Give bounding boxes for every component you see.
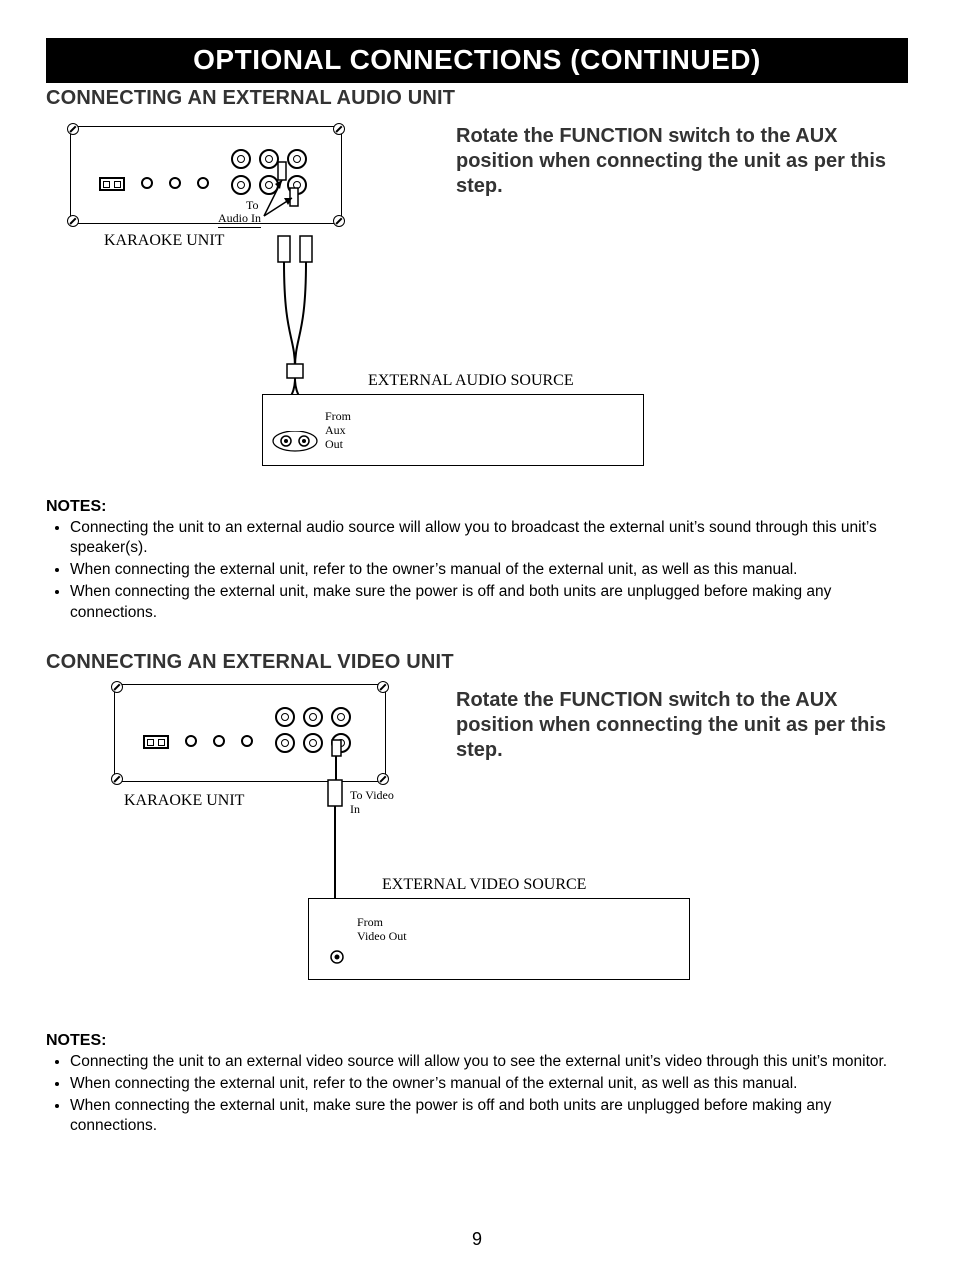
from-label: From <box>325 409 351 424</box>
audio-notes-title: NOTES: <box>46 498 908 516</box>
karaoke-unit-panel-video <box>114 684 386 782</box>
from-label-video: From <box>357 915 383 930</box>
rca-jack-icon <box>287 175 307 195</box>
video-instruction-text: Rotate the FUNCTION switch to the AUX po… <box>456 688 908 763</box>
power-port-icon <box>143 735 169 749</box>
rca-jack-icon <box>231 149 251 169</box>
rca-jack-icon <box>259 149 279 169</box>
audio-instruction-text: Rotate the FUNCTION switch to the AUX po… <box>456 124 908 199</box>
audio-diagram: KARAOKE UNIT To Audio In <box>46 116 446 486</box>
jack-small-icon <box>241 735 253 747</box>
out-label: Out <box>325 437 343 452</box>
karaoke-unit-label: KARAOKE UNIT <box>104 232 224 250</box>
video-note-item: When connecting the external unit, make … <box>70 1096 908 1136</box>
aux-label: Aux <box>325 423 346 438</box>
video-section-row: KARAOKE UNIT To Video In EXTERNAL VIDEO … <box>46 680 908 1020</box>
audio-note-item: When connecting the external unit, refer… <box>70 560 908 580</box>
audio-note-item: When connecting the external unit, make … <box>70 582 908 622</box>
video-notes-title: NOTES: <box>46 1032 908 1050</box>
video-note-item: Connecting the unit to an external video… <box>70 1052 908 1072</box>
rca-jack-icon <box>303 733 323 753</box>
rca-jack-icon <box>331 733 351 753</box>
audio-in-label-2: Audio In <box>218 211 261 228</box>
external-video-box: From Video Out <box>308 898 690 980</box>
rca-jack-icon <box>287 149 307 169</box>
page-number: 9 <box>0 1229 954 1250</box>
jack-small-icon <box>185 735 197 747</box>
video-out-jack-icon <box>329 949 349 969</box>
section-title-audio: CONNECTING AN EXTERNAL AUDIO UNIT <box>46 87 908 110</box>
jack-small-icon <box>197 177 209 189</box>
karaoke-unit-panel <box>70 126 342 224</box>
audio-notes-list: Connecting the unit to an external audio… <box>46 518 908 623</box>
video-instruction-col: Rotate the FUNCTION switch to the AUX po… <box>446 680 908 763</box>
jack-small-icon <box>141 177 153 189</box>
jack-small-icon <box>169 177 181 189</box>
to-video-label-2: In <box>350 802 360 817</box>
rca-jack-icon <box>259 175 279 195</box>
ext-video-source-label: EXTERNAL VIDEO SOURCE <box>382 876 586 894</box>
rca-jack-icon <box>331 707 351 727</box>
video-out-label: Video Out <box>357 929 407 944</box>
karaoke-unit-label-video: KARAOKE UNIT <box>124 792 244 810</box>
rca-jack-icon <box>231 175 251 195</box>
rca-jack-icon <box>275 707 295 727</box>
video-notes-list: Connecting the unit to an external video… <box>46 1052 908 1137</box>
rca-jack-icon <box>275 733 295 753</box>
audio-instruction-col: Rotate the FUNCTION switch to the AUX po… <box>446 116 908 199</box>
video-note-item: When connecting the external unit, refer… <box>70 1074 908 1094</box>
power-port-icon <box>99 177 125 191</box>
audio-note-item: Connecting the unit to an external audio… <box>70 518 908 558</box>
page-header-bar: OPTIONAL CONNECTIONS (CONTINUED) <box>46 38 908 83</box>
rca-jack-icon <box>303 707 323 727</box>
video-diagram: KARAOKE UNIT To Video In EXTERNAL VIDEO … <box>46 680 446 1020</box>
external-audio-box: From Aux Out <box>262 394 644 466</box>
jack-small-icon <box>213 735 225 747</box>
audio-section-row: KARAOKE UNIT To Audio In <box>46 116 908 486</box>
to-video-label-1: To Video <box>350 788 394 803</box>
aux-out-jacks-icon <box>271 431 321 455</box>
section-title-video: CONNECTING AN EXTERNAL VIDEO UNIT <box>46 651 908 674</box>
ext-audio-source-label: EXTERNAL AUDIO SOURCE <box>368 372 574 390</box>
